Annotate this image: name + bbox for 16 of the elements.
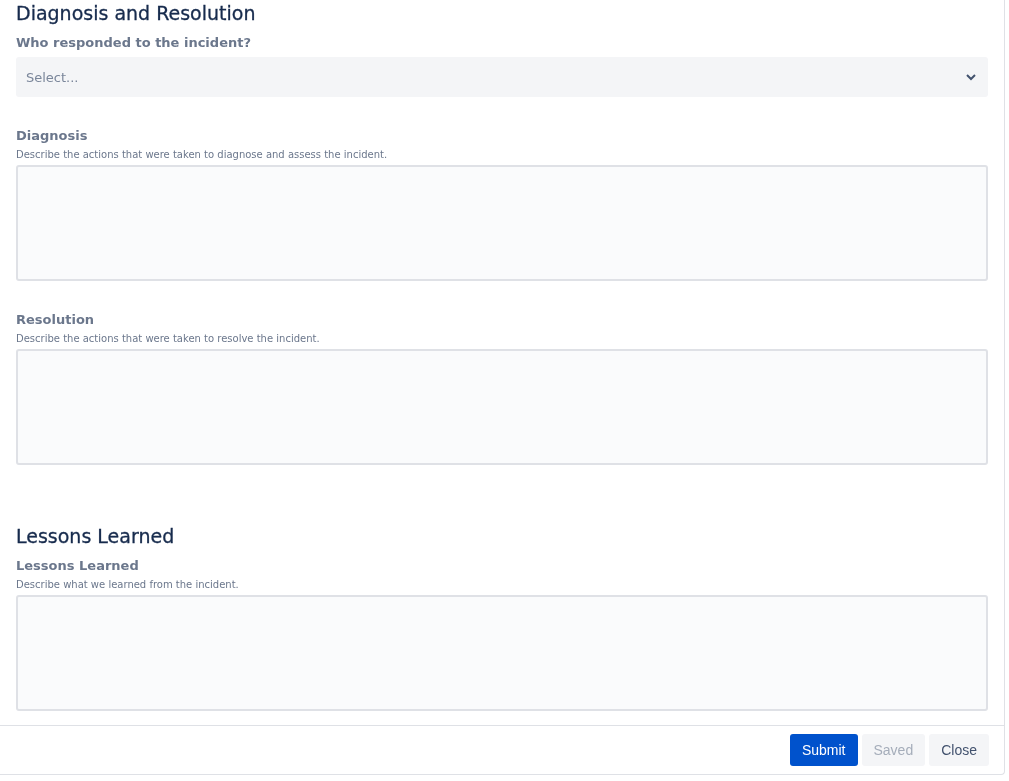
section-heading: Lessons Learned: [16, 524, 176, 549]
field-label: Diagnosis: [16, 127, 89, 145]
chevron-down-icon: [966, 73, 976, 81]
field-label: Lessons Learned: [16, 557, 140, 575]
text-area[interactable]: [16, 165, 988, 281]
field-label: Resolution: [16, 311, 96, 329]
text-area[interactable]: [16, 595, 988, 711]
field-label: Who responded to the incident?: [16, 34, 252, 52]
action-button[interactable]: Close: [929, 734, 989, 766]
select-field[interactable]: Select...: [16, 57, 988, 97]
field-description: Describe the actions that were taken to diagnose and assess the incident.: [16, 148, 389, 161]
field-description: Describe what we learned from the incident.: [16, 578, 240, 591]
text-area[interactable]: [16, 349, 988, 465]
action-button[interactable]: Submit: [789, 734, 858, 766]
section-heading: Diagnosis and Resolution: [16, 1, 257, 26]
field-description: Describe the actions that were taken to resolve the incident.: [16, 332, 321, 345]
